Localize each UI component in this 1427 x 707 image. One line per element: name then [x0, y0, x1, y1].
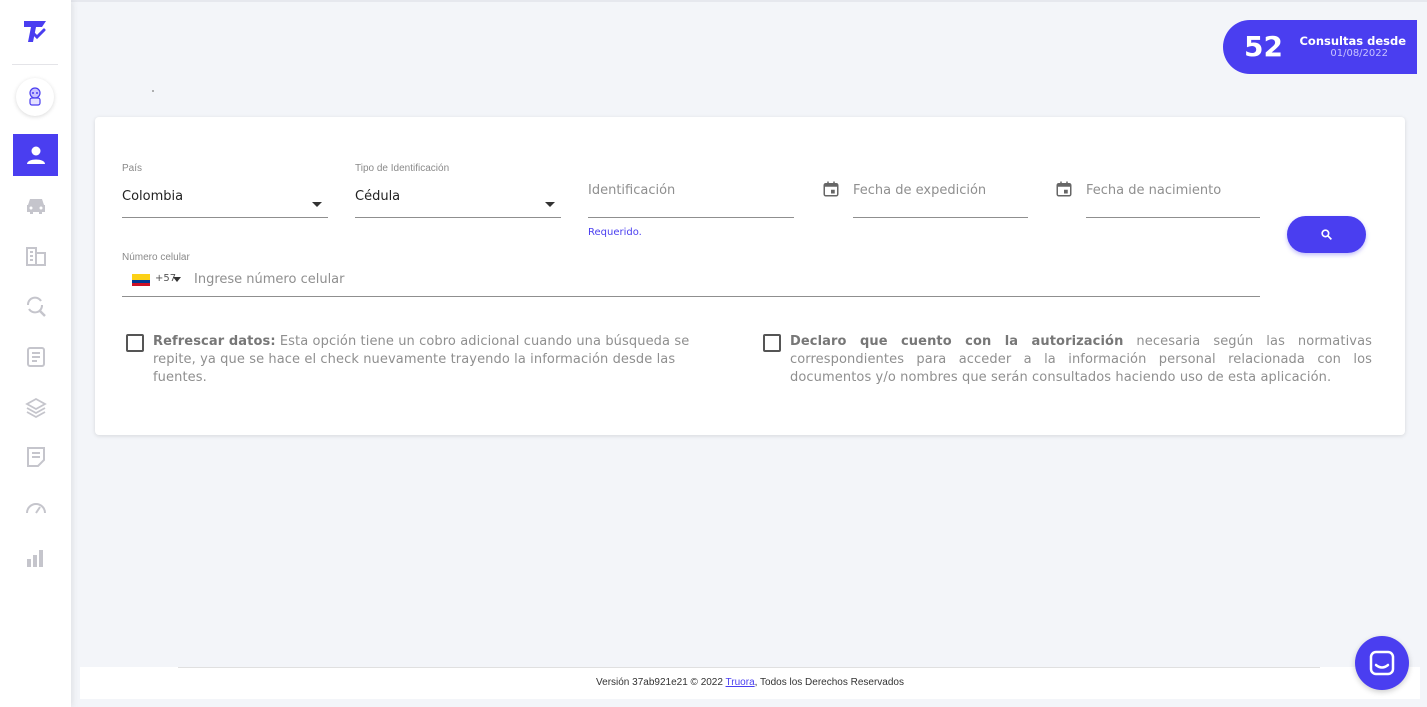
birth-date-placeholder: Fecha de nacimiento	[1086, 183, 1222, 198]
authorization-text: Declaro que cuento con la autorización n…	[790, 333, 1372, 387]
chevron-down-icon	[173, 277, 181, 282]
search-button[interactable]	[1287, 216, 1366, 253]
id-type-value: Cédula	[355, 189, 401, 204]
footer-rights: , Todos los Derechos Reservados	[754, 677, 904, 688]
sidebar	[0, 0, 71, 707]
sidebar-item-companies[interactable]	[13, 235, 58, 277]
refresh-data-title: Refrescar datos:	[153, 334, 276, 349]
person-icon	[26, 146, 45, 164]
identification-underline	[588, 217, 794, 218]
speedometer-icon	[25, 503, 46, 514]
sidebar-item-notes[interactable]	[13, 436, 58, 478]
footer: Versión 37ab921e21 © 2022 Truora, Todos …	[80, 667, 1420, 699]
birth-date-field[interactable]: Fecha de nacimiento	[1086, 177, 1260, 219]
id-type-label: Tipo de Identificación	[355, 163, 450, 174]
birth-date-underline	[1086, 217, 1260, 218]
sidebar-item-person[interactable]	[13, 134, 58, 176]
colombia-flag-icon	[132, 274, 150, 286]
chat-icon	[1369, 650, 1395, 676]
consultations-label: Consultas desde	[1299, 34, 1406, 48]
identification-placeholder: Identificación	[588, 183, 676, 198]
sidebar-item-vehicle[interactable]	[13, 185, 58, 227]
search-form-card: País Colombia Tipo de Identificación Céd…	[95, 117, 1405, 435]
sidebar-item-speed[interactable]	[13, 487, 58, 529]
identification-error: Requerido.	[588, 227, 642, 238]
notes-icon	[26, 447, 45, 467]
country-select[interactable]: País Colombia	[122, 163, 328, 219]
country-underline	[122, 217, 328, 218]
avatar[interactable]	[16, 78, 54, 116]
phone-label: Número celular	[122, 252, 190, 263]
sidebar-divider	[12, 64, 58, 65]
sidebar-item-layers[interactable]	[13, 386, 58, 428]
chevron-down-icon	[545, 202, 555, 207]
consultations-badge: 52 Consultas desde 01/08/2022	[1223, 20, 1417, 74]
chevron-down-icon	[312, 202, 322, 207]
consultations-count: 52	[1244, 30, 1283, 63]
expedition-date-underline	[853, 217, 1028, 218]
calendar-icon[interactable]	[1055, 180, 1073, 198]
sidebar-item-statistics[interactable]	[13, 537, 58, 579]
authorization-title: Declaro que cuento con la autorización	[790, 334, 1124, 349]
sidebar-item-documents[interactable]	[13, 336, 58, 378]
car-icon	[26, 199, 45, 214]
search-refresh-icon	[26, 296, 46, 317]
layers-icon	[24, 397, 47, 419]
search-icon	[1321, 229, 1332, 240]
phone-underline	[122, 296, 1260, 297]
id-type-underline	[355, 217, 561, 218]
decorative-dot	[152, 90, 154, 92]
truora-logo[interactable]	[22, 18, 48, 46]
footer-divider	[178, 667, 1320, 668]
identification-field[interactable]: Identificación Requerido.	[588, 177, 794, 238]
chat-launcher-button[interactable]	[1355, 636, 1409, 690]
document-list-icon	[26, 347, 45, 367]
top-border	[0, 0, 1427, 2]
refresh-data-checkbox[interactable]	[126, 334, 144, 352]
footer-text: Versión 37ab921e21 © 2022 Truora, Todos …	[80, 677, 1420, 688]
sidebar-item-search-history[interactable]	[13, 285, 58, 327]
country-value: Colombia	[122, 189, 184, 204]
consultations-date: 01/08/2022	[1330, 48, 1388, 59]
expedition-date-placeholder: Fecha de expedición	[853, 183, 987, 198]
buildings-icon	[25, 247, 46, 266]
truora-link[interactable]: Truora	[726, 677, 755, 688]
authorization-checkbox[interactable]	[763, 334, 781, 352]
expedition-date-field[interactable]: Fecha de expedición	[853, 177, 1028, 219]
refresh-data-text: Refrescar datos: Esta opción tiene un co…	[153, 333, 733, 387]
bar-chart-icon	[26, 550, 43, 567]
calendar-icon[interactable]	[822, 180, 840, 198]
country-label: País	[122, 163, 143, 174]
footer-version: Versión 37ab921e21 © 2022	[596, 677, 726, 688]
phone-input[interactable]: Ingrese número celular	[194, 272, 345, 287]
id-type-select[interactable]: Tipo de Identificación Cédula	[355, 163, 561, 219]
